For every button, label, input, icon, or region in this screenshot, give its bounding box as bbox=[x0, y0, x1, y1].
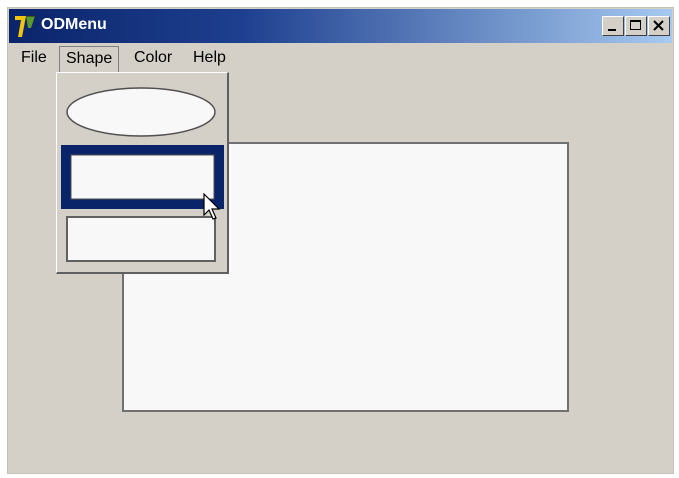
maximize-button[interactable] bbox=[625, 16, 647, 36]
shape-menu-item-ellipse[interactable] bbox=[61, 81, 224, 143]
maximize-icon bbox=[630, 20, 641, 30]
shape-menu-item-rectangle[interactable] bbox=[61, 211, 224, 267]
mouse-pointer-icon bbox=[203, 193, 221, 220]
menu-shape[interactable]: Shape bbox=[59, 46, 120, 72]
menu-help[interactable]: Help bbox=[189, 46, 230, 70]
title-bar[interactable]: ODMenu bbox=[9, 9, 672, 43]
app-icon bbox=[15, 15, 35, 37]
app-window: ODMenu File Shape Color Help bbox=[7, 7, 674, 474]
menu-color[interactable]: Color bbox=[130, 46, 176, 70]
rectangle-icon bbox=[66, 216, 216, 262]
ellipse-icon bbox=[66, 87, 216, 137]
close-button[interactable] bbox=[648, 16, 670, 36]
minimize-button[interactable] bbox=[602, 16, 624, 36]
close-icon bbox=[653, 20, 664, 31]
minimize-icon bbox=[608, 29, 616, 31]
menu-bar: File Shape Color Help bbox=[9, 44, 672, 72]
shape-dropdown-menu bbox=[56, 72, 229, 274]
rectangle-icon bbox=[70, 154, 215, 200]
window-title: ODMenu bbox=[41, 16, 107, 33]
shape-menu-item-rectangle-selected[interactable] bbox=[61, 145, 224, 209]
menu-file[interactable]: File bbox=[17, 46, 51, 70]
